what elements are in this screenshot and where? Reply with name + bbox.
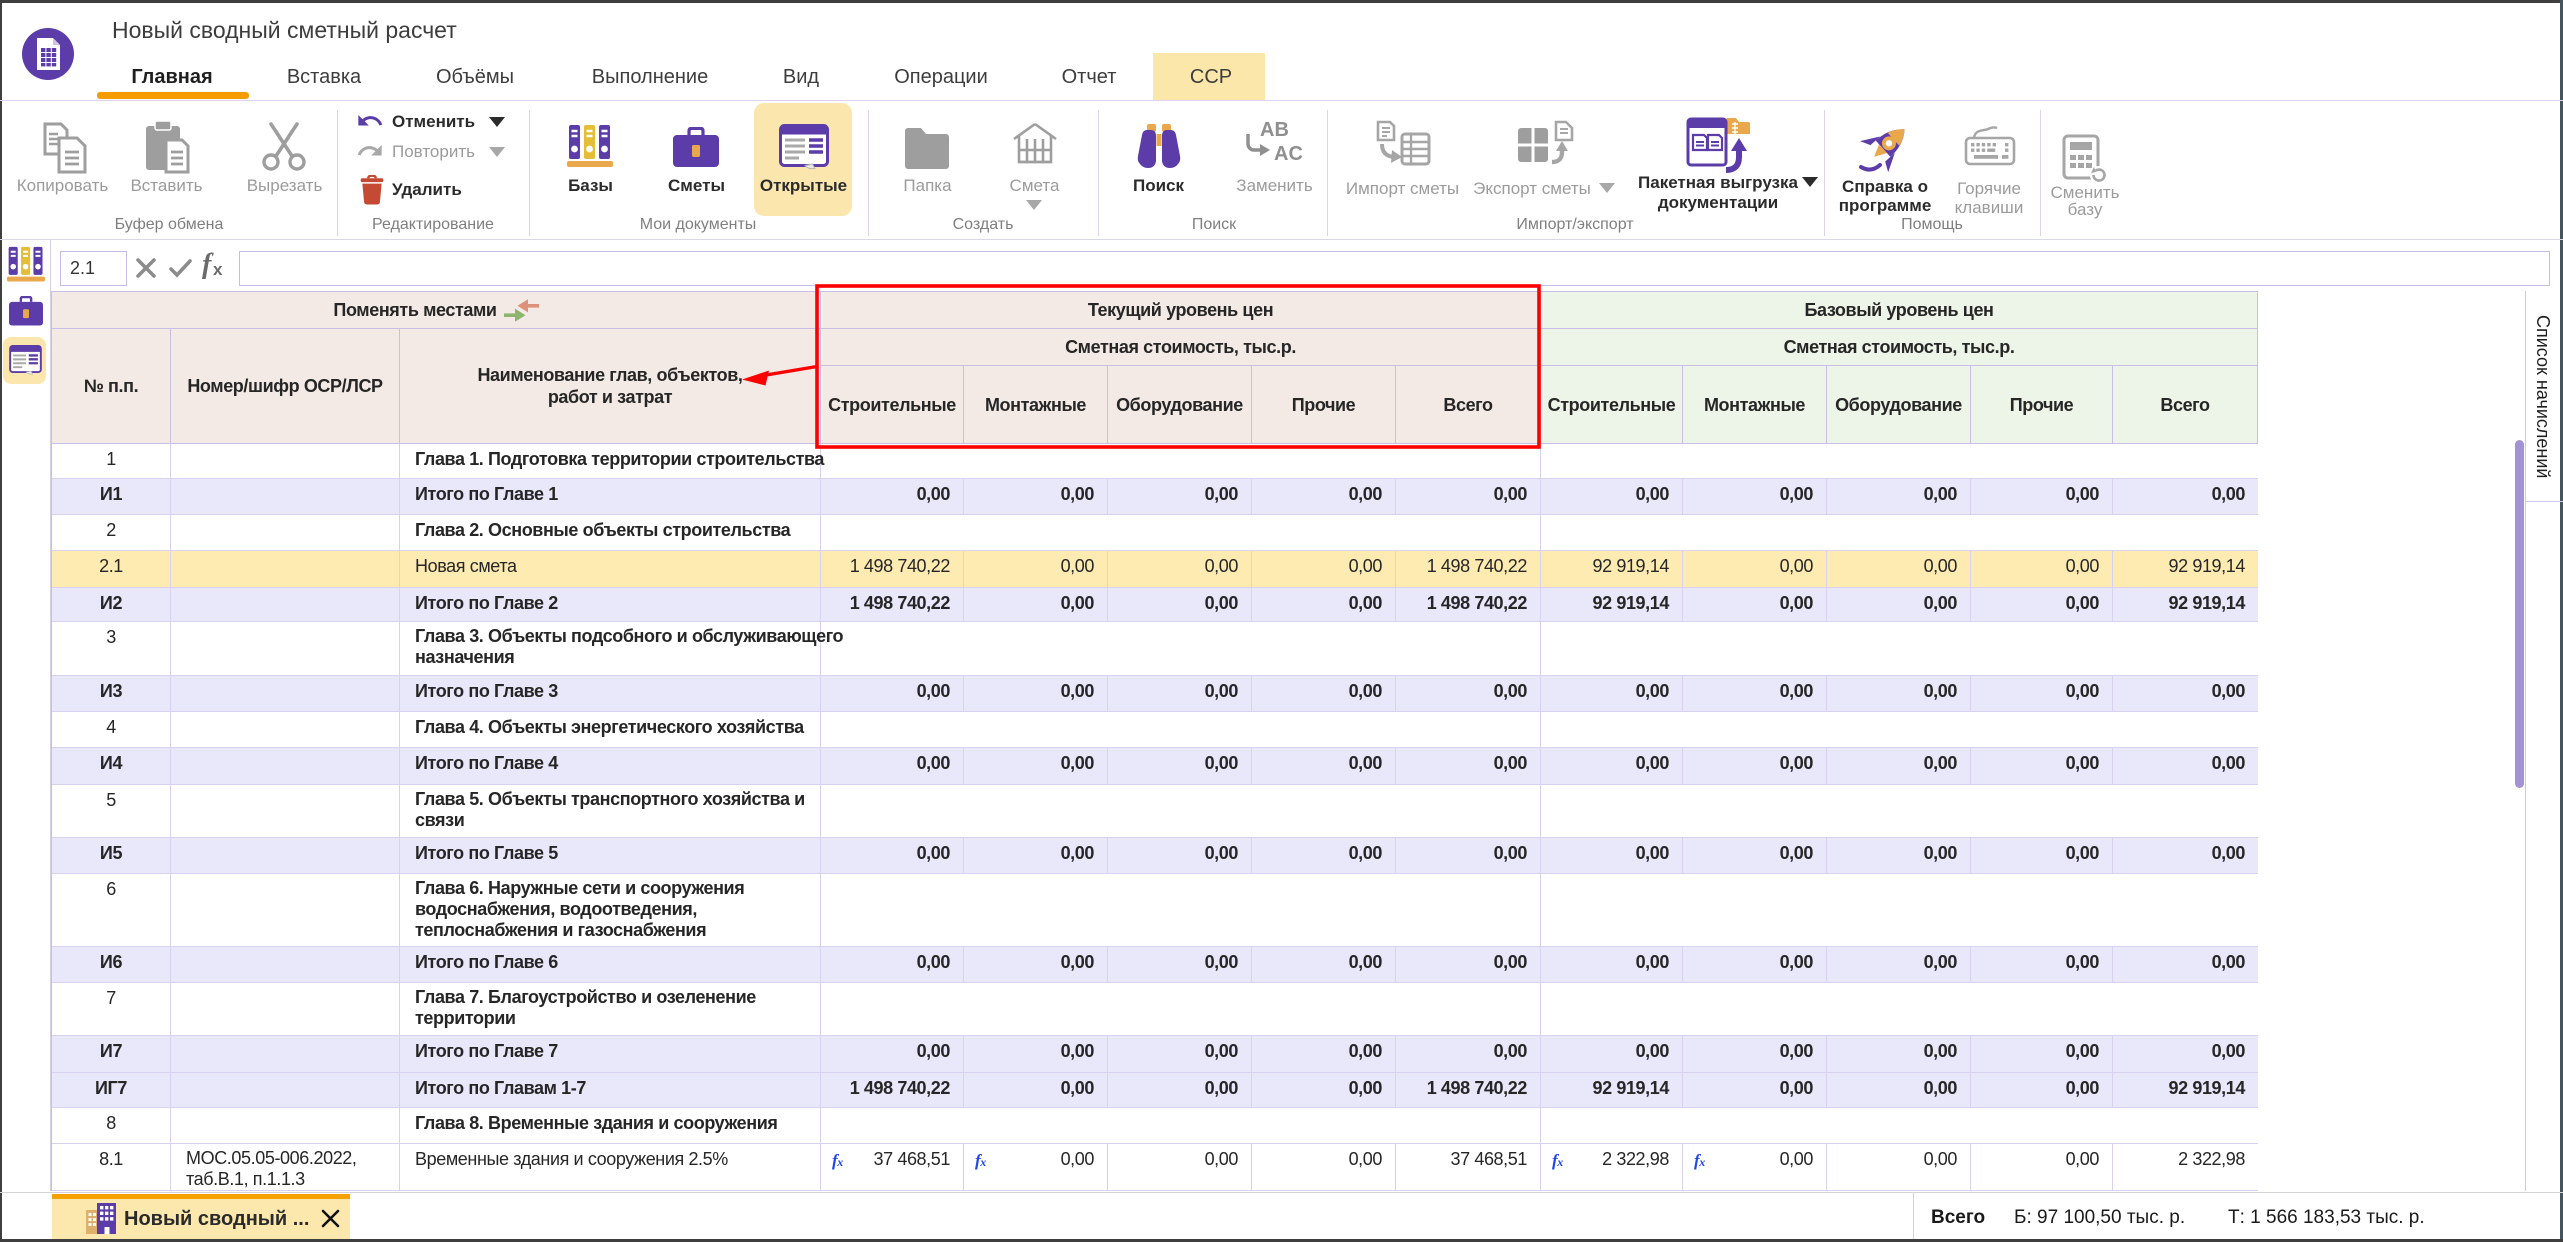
svg-text:AC: AC: [1274, 143, 1303, 165]
svg-text:AB: AB: [1260, 119, 1289, 141]
